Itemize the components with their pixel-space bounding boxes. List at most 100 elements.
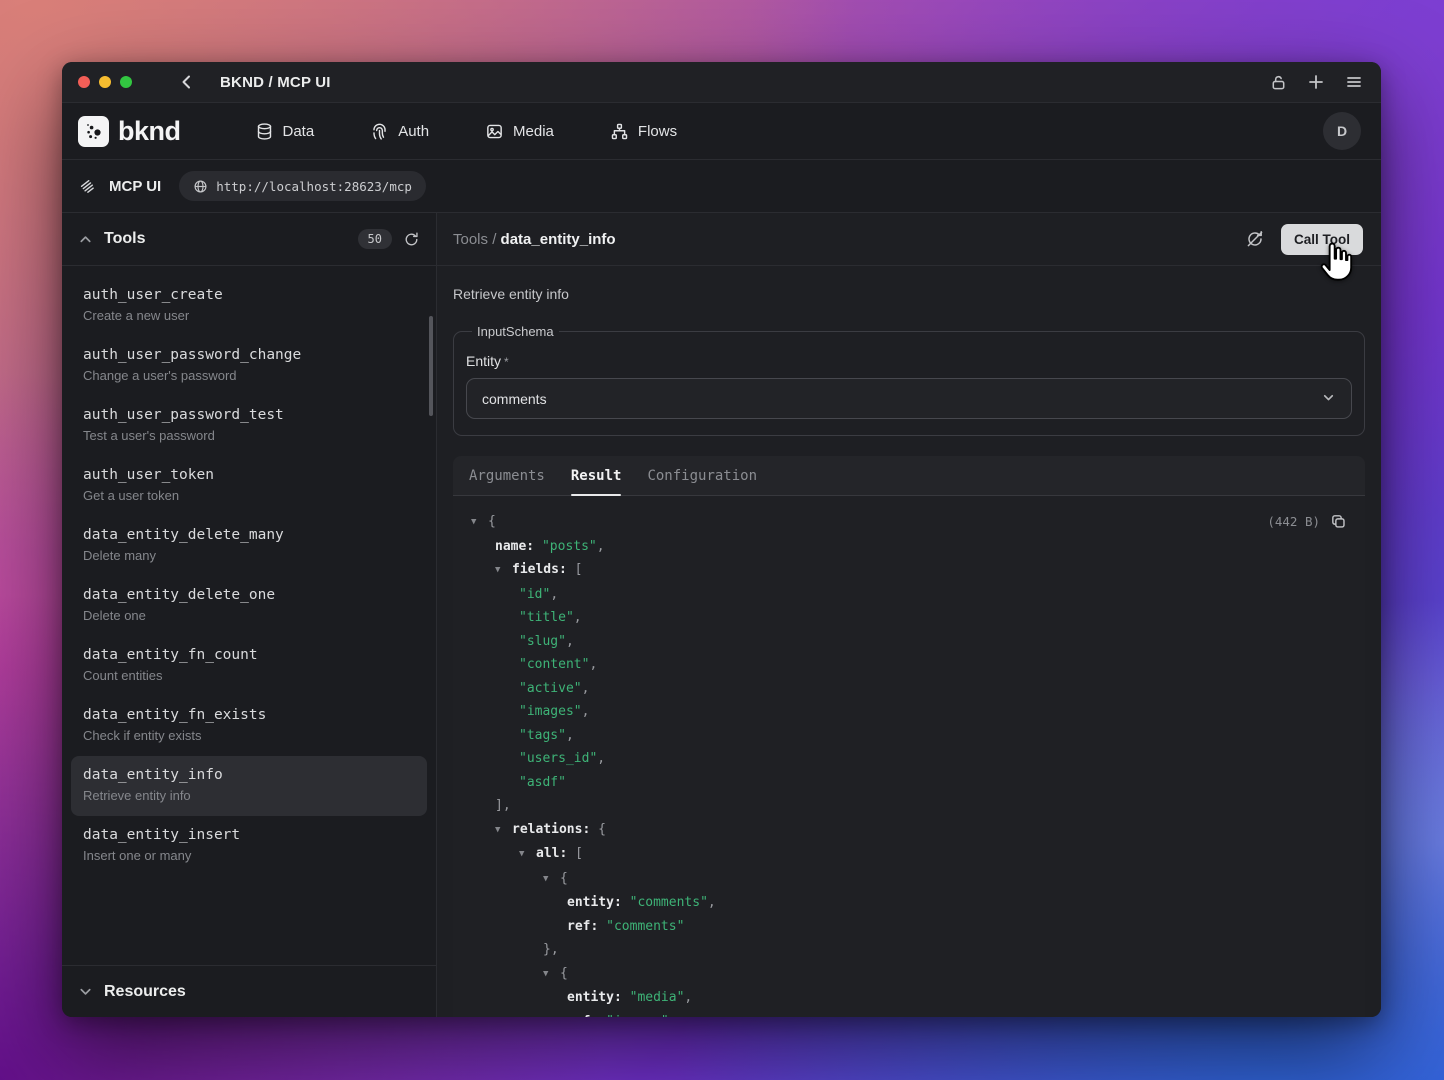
- collapse-toggle-icon[interactable]: ▼: [519, 843, 536, 867]
- json-token-str: "users_id": [519, 751, 597, 766]
- menu-icon[interactable]: [1345, 73, 1363, 91]
- nav-item-auth[interactable]: Auth: [370, 122, 429, 141]
- entity-select[interactable]: comments: [466, 378, 1352, 419]
- tool-item[interactable]: data_entity_delete_oneDelete one: [71, 576, 427, 636]
- json-token-punct: ,: [582, 704, 590, 719]
- json-token-key: entity:: [567, 990, 622, 1005]
- json-token-str: "tags": [519, 728, 566, 743]
- json-lines: ▼{name: "posts",▼fields: ["id","title","…: [471, 510, 1349, 1017]
- call-tool-button[interactable]: Call Tool: [1281, 224, 1363, 255]
- minimize-window-button[interactable]: [99, 76, 111, 88]
- collapse-toggle-icon[interactable]: ▼: [495, 819, 512, 843]
- json-line: ▼fields: [: [471, 558, 1349, 583]
- tool-item[interactable]: auth_user_createCreate a new user: [71, 276, 427, 336]
- tools-count-badge: 50: [358, 229, 392, 249]
- new-tab-icon[interactable]: [1307, 73, 1325, 91]
- json-token-key: relations:: [512, 822, 590, 837]
- refresh-tools-icon[interactable]: [403, 231, 420, 248]
- entity-field-label: Entity*: [466, 353, 1352, 369]
- json-token-punct: ,: [574, 610, 582, 625]
- tool-item-selected[interactable]: data_entity_info Retrieve entity info: [71, 756, 427, 816]
- tools-list: auth_user_createCreate a new user auth_u…: [62, 266, 436, 965]
- tool-detail-header: Tools / data_entity_info Call Tool: [437, 213, 1381, 266]
- json-line: "images",: [471, 700, 1349, 724]
- json-token-punct: {: [560, 966, 568, 981]
- tool-item[interactable]: data_entity_delete_manyDelete many: [71, 516, 427, 576]
- entity-select-value: comments: [482, 391, 547, 407]
- nav-item-data[interactable]: Data: [255, 122, 315, 141]
- brand-wordmark: bknd: [118, 116, 181, 147]
- collapse-toggle-icon[interactable]: ▼: [543, 963, 560, 987]
- user-avatar[interactable]: D: [1323, 112, 1361, 150]
- image-icon: [485, 122, 504, 141]
- tool-item[interactable]: data_entity_fn_existsCheck if entity exi…: [71, 696, 427, 756]
- json-token-str: "media": [630, 990, 685, 1005]
- tool-name: data_entity_delete_many: [83, 527, 415, 543]
- zoom-window-button[interactable]: [120, 76, 132, 88]
- tools-header-label: Tools: [104, 230, 145, 248]
- json-line: "asdf": [471, 771, 1349, 795]
- back-button[interactable]: [178, 73, 196, 91]
- json-token-punct: ],: [495, 798, 511, 813]
- tool-item[interactable]: auth_user_tokenGet a user token: [71, 456, 427, 516]
- tab-configuration[interactable]: Configuration: [647, 468, 757, 495]
- json-token-str: "content": [519, 657, 589, 672]
- json-token-punct: ,: [708, 895, 716, 910]
- workflow-icon: [610, 122, 629, 141]
- auto-refresh-off-icon[interactable]: [1245, 229, 1265, 249]
- chevron-down-icon: [78, 984, 93, 999]
- chevron-down-icon: [1321, 390, 1336, 408]
- json-token-str: "slug": [519, 634, 566, 649]
- json-token-key: entity:: [567, 895, 622, 910]
- breadcrumb-current: data_entity_info: [501, 231, 616, 248]
- tool-item[interactable]: auth_user_password_testTest a user's pas…: [71, 396, 427, 456]
- sidebar-scrollbar[interactable]: [429, 316, 433, 416]
- json-token-punct: ,: [550, 587, 558, 602]
- lock-open-icon[interactable]: [1270, 74, 1287, 91]
- json-token-str: "comments": [606, 919, 684, 934]
- nav-item-flows[interactable]: Flows: [610, 122, 677, 141]
- mcp-ui-title: MCP UI: [109, 178, 161, 195]
- json-line: "active",: [471, 677, 1349, 701]
- json-token-str: "images": [519, 704, 582, 719]
- nav-label: Auth: [398, 123, 429, 140]
- collapse-toggle-icon[interactable]: ▼: [543, 868, 560, 892]
- tool-description: Retrieve entity info: [83, 788, 415, 803]
- tool-name: auth_user_create: [83, 287, 415, 303]
- mcp-endpoint-pill[interactable]: http://localhost:28623/mcp: [179, 171, 426, 201]
- json-token-punct: },: [543, 942, 559, 957]
- json-token-str: "comments": [630, 895, 708, 910]
- globe-icon: [193, 179, 208, 194]
- top-navbar: bknd Data Auth Media Flows D: [62, 102, 1381, 159]
- close-window-button[interactable]: [78, 76, 90, 88]
- tools-section-header[interactable]: Tools 50: [62, 213, 436, 266]
- nav-item-media[interactable]: Media: [485, 122, 554, 141]
- tool-item[interactable]: data_entity_fn_countCount entities: [71, 636, 427, 696]
- json-token-punct: [: [575, 846, 583, 861]
- tool-name: data_entity_fn_exists: [83, 707, 415, 723]
- breadcrumb-section[interactable]: Tools: [453, 231, 488, 248]
- tool-name: auth_user_password_change: [83, 347, 415, 363]
- tab-result[interactable]: Result: [571, 468, 622, 495]
- tab-arguments[interactable]: Arguments: [469, 468, 545, 495]
- tool-item[interactable]: auth_user_password_change Change a user's…: [71, 336, 427, 396]
- collapse-toggle-icon[interactable]: ▼: [495, 559, 512, 583]
- tool-description: Change a user's password: [83, 368, 415, 383]
- stack-icon: [78, 177, 97, 196]
- json-token-str: "active": [519, 681, 582, 696]
- nav-label: Media: [513, 123, 554, 140]
- tool-name: data_entity_info: [83, 767, 415, 783]
- collapse-toggle-icon[interactable]: ▼: [471, 511, 488, 535]
- traffic-lights: [78, 76, 132, 88]
- json-token-key: ref:: [567, 1014, 598, 1018]
- brand-logo[interactable]: bknd: [78, 116, 181, 147]
- copy-icon[interactable]: [1330, 513, 1347, 530]
- json-line: ref: "images": [471, 1010, 1349, 1018]
- mcp-ui-bar: MCP UI http://localhost:28623/mcp: [62, 159, 1381, 212]
- tool-item[interactable]: data_entity_insertInsert one or many: [71, 816, 427, 876]
- resources-section-header[interactable]: Resources: [62, 965, 436, 1017]
- json-token-str: "id": [519, 587, 550, 602]
- tool-description: Insert one or many: [83, 848, 415, 863]
- json-token-punct: ,: [589, 657, 597, 672]
- json-token-punct: {: [560, 871, 568, 886]
